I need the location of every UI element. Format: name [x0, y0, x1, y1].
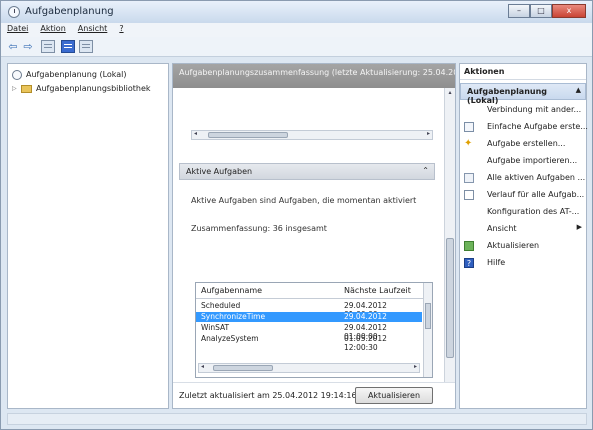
- summary-panel: Aufgabenplanungszusammenfassung (letzte …: [172, 63, 456, 409]
- title-bar: Aufgabenplanung – □ x: [1, 1, 592, 23]
- tree-item-local[interactable]: Aufgabenplanung (Lokal): [12, 68, 127, 81]
- window-title: Aufgabenplanung: [25, 6, 114, 17]
- actions-group-header[interactable]: Aufgabenplanung (Lokal) ▲: [460, 83, 586, 105]
- active-tasks-summary: Zusammenfassung: 36 insgesamt: [191, 224, 327, 233]
- column-header-name[interactable]: Aufgabenname: [201, 286, 262, 295]
- action-label: Konfiguration des AT-...: [487, 207, 580, 216]
- task-name: AnalyzeSystem: [201, 334, 259, 343]
- summary-vscrollbar[interactable]: ▴ ▾: [444, 88, 455, 388]
- tree-item-label: Aufgabenplanungsbibliothek: [36, 84, 151, 93]
- action-label: Aktualisieren: [487, 241, 540, 250]
- action-create-basic-task[interactable]: Einfache Aufgabe erste...: [460, 121, 588, 134]
- action-create-task[interactable]: ✦ Aufgabe erstellen...: [460, 138, 586, 151]
- scroll-left-icon[interactable]: ◂: [194, 130, 197, 137]
- top-hscrollbar[interactable]: ◂ ▸: [191, 130, 433, 140]
- toolbar: ⇦ ⇨: [1, 37, 592, 57]
- table-header: Aufgabenname Nächste Laufzeit: [196, 283, 432, 299]
- action-label: Alle aktiven Aufgaben ...: [487, 173, 586, 182]
- summary-footer: Zuletzt aktualisiert am 25.04.2012 19:14…: [173, 382, 455, 408]
- last-updated-text: Zuletzt aktualisiert am 25.04.2012 19:14…: [179, 391, 357, 400]
- clock-icon: [8, 6, 20, 18]
- table-row[interactable]: AnalyzeSystem 01.05.2012 12:00:30: [196, 334, 422, 352]
- table-row[interactable]: SynchronizeTime 29.04.2012 01:00:00: [196, 312, 422, 330]
- hscroll-thumb[interactable]: [213, 365, 273, 371]
- menu-aktion[interactable]: Aktion: [34, 23, 71, 37]
- table-hscrollbar[interactable]: ◂ ▸: [198, 363, 420, 373]
- refresh-icon: [464, 241, 474, 251]
- task-icon: [464, 122, 474, 132]
- action-label: Aufgabe erstellen...: [487, 139, 566, 148]
- tree-item-library[interactable]: ▷ Aufgabenplanungsbibliothek: [12, 82, 151, 95]
- action-show-running-tasks[interactable]: Alle aktiven Aufgaben ...: [460, 172, 586, 185]
- hscroll-thumb[interactable]: [208, 132, 288, 138]
- vscroll-thumb[interactable]: [446, 238, 454, 358]
- forward-arrow-icon[interactable]: ⇨: [21, 40, 35, 54]
- menu-help[interactable]: ?: [113, 23, 129, 37]
- active-tasks-header[interactable]: Aktive Aufgaben ⌃: [179, 163, 435, 180]
- action-label: Ansicht: [487, 224, 517, 233]
- action-refresh[interactable]: Aktualisieren: [460, 240, 586, 253]
- column-header-next-run[interactable]: Nächste Laufzeit: [344, 286, 411, 295]
- active-tasks-table: Aufgabenname Nächste Laufzeit Scheduled …: [195, 282, 433, 378]
- refresh-button[interactable]: Aktualisieren: [355, 387, 433, 404]
- action-label: Einfache Aufgabe erste...: [487, 122, 588, 131]
- navigation-tree: Aufgabenplanung (Lokal) ▷ Aufgabenplanun…: [7, 63, 169, 409]
- group-label: Aufgabenplanung (Lokal): [467, 87, 548, 105]
- table-row[interactable]: WinSAT 29.04.2012 01:00:00: [196, 323, 422, 341]
- tree-item-label: Aufgabenplanung (Lokal): [26, 70, 127, 79]
- collapse-icon[interactable]: ⌃: [422, 166, 429, 175]
- action-help[interactable]: ? Hilfe: [460, 257, 586, 270]
- maximize-button[interactable]: □: [530, 4, 552, 18]
- action-view[interactable]: Ansicht ▶: [460, 223, 586, 236]
- close-button[interactable]: x: [552, 4, 586, 18]
- window-controls: – □ x: [508, 4, 586, 18]
- action-at-config[interactable]: Konfiguration des AT-...: [460, 206, 586, 219]
- collapse-icon[interactable]: ▲: [576, 86, 581, 94]
- back-arrow-icon[interactable]: ⇦: [6, 40, 20, 54]
- doc-icon: [464, 190, 474, 200]
- submenu-arrow-icon: ▶: [576, 223, 582, 231]
- clock-icon: [12, 69, 22, 80]
- action-import-task[interactable]: Aufgabe importieren...: [460, 155, 586, 168]
- actions-pane: Aktionen Aufgabenplanung (Lokal) ▲ Verbi…: [459, 63, 588, 409]
- table-row[interactable]: Scheduled 29.04.2012 01:00:00: [196, 301, 422, 319]
- menu-datei[interactable]: Datei: [1, 23, 34, 37]
- table-vscrollbar[interactable]: [423, 283, 432, 377]
- action-enable-history[interactable]: Verlauf für alle Aufgab...: [460, 189, 586, 202]
- actions-title: Aktionen: [460, 64, 586, 80]
- section-title: Aktive Aufgaben: [186, 167, 253, 176]
- action-label: Aufgabe importieren...: [487, 156, 578, 165]
- task-name: Scheduled: [201, 301, 241, 310]
- vscroll-thumb[interactable]: [425, 303, 431, 329]
- scroll-right-icon[interactable]: ▸: [414, 363, 417, 370]
- status-bar: [7, 413, 587, 425]
- task-next-run: 01.05.2012 12:00:30: [344, 334, 387, 352]
- list-icon: [464, 173, 474, 183]
- scroll-left-icon[interactable]: ◂: [201, 363, 204, 370]
- app-window: Aufgabenplanung – □ x Datei Aktion Ansic…: [0, 0, 593, 430]
- show-console-tree-icon[interactable]: [41, 40, 55, 53]
- folder-icon: [21, 84, 32, 93]
- action-label: Hilfe: [487, 258, 506, 267]
- action-label: Verbindung mit ander...: [487, 105, 582, 114]
- show-action-pane-icon[interactable]: [79, 40, 93, 53]
- help-icon: ?: [464, 258, 474, 268]
- scroll-up-icon[interactable]: ▴: [445, 89, 455, 96]
- minimize-button[interactable]: –: [508, 4, 530, 18]
- summary-header: Aufgabenplanungszusammenfassung (letzte …: [173, 64, 455, 88]
- action-label: Verlauf für alle Aufgab...: [487, 190, 585, 199]
- expand-icon[interactable]: ▷: [12, 85, 18, 92]
- menu-bar: Datei Aktion Ansicht ?: [1, 23, 592, 37]
- help-icon[interactable]: [61, 40, 75, 53]
- star-icon: ✦: [464, 138, 473, 149]
- action-connect[interactable]: Verbindung mit ander...: [460, 104, 586, 117]
- active-tasks-description: Aktive Aufgaben sind Aufgaben, die momen…: [191, 196, 417, 205]
- task-name: SynchronizeTime: [201, 312, 266, 321]
- task-name: WinSAT: [201, 323, 230, 332]
- scroll-right-icon[interactable]: ▸: [427, 130, 430, 137]
- summary-content: ◂ ▸ Aktive Aufgaben ⌃ Aktive Aufgaben si…: [173, 88, 443, 388]
- menu-ansicht[interactable]: Ansicht: [72, 23, 114, 37]
